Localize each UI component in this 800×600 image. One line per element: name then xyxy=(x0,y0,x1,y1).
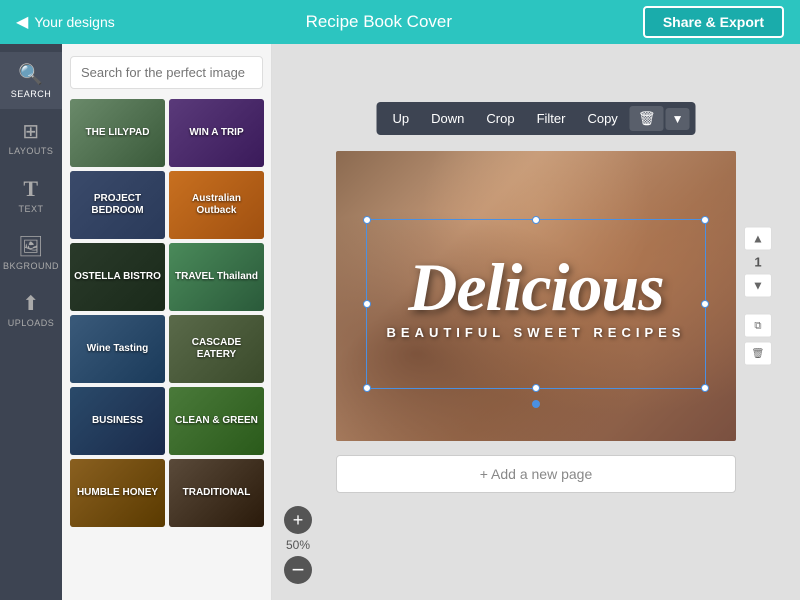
list-item[interactable]: TRAVEL Thailand xyxy=(169,243,264,311)
template-label: OSTELLA BISTRO xyxy=(72,269,163,285)
layer-up-button[interactable]: ▲ xyxy=(744,227,772,251)
list-item[interactable]: WIN A TRIP xyxy=(169,99,264,167)
layouts-icon: ⊞ xyxy=(22,119,39,144)
list-item[interactable]: PROJECT BEDROOM xyxy=(70,171,165,239)
handle-bottom-right[interactable] xyxy=(701,384,709,392)
edit-toolbar: Up Down Crop Filter Copy 🗑 ▼ xyxy=(377,102,696,135)
search-input[interactable] xyxy=(70,56,263,89)
sidebar: 🔍 SEARCH ⊞ LAYOUTS T TEXT 🖼 BKGROUND ⬆ U… xyxy=(0,44,62,600)
template-label: CASCADE EATERY xyxy=(169,335,264,363)
sidebar-item-layouts[interactable]: ⊞ LAYOUTS xyxy=(0,109,62,166)
template-label: WIN A TRIP xyxy=(187,125,245,141)
template-label: BUSINESS xyxy=(90,413,145,429)
sidebar-label-uploads: UPLOADS xyxy=(8,318,55,328)
template-label: TRAVEL Thailand xyxy=(173,269,260,285)
layer-down-button[interactable]: ▼ xyxy=(744,274,772,298)
crop-button[interactable]: Crop xyxy=(476,107,524,130)
zoom-controls: + 50% − xyxy=(284,506,312,584)
list-item[interactable]: CASCADE EATERY xyxy=(169,315,264,383)
template-label: HUMBLE HONEY xyxy=(75,485,160,501)
down-button[interactable]: Down xyxy=(421,107,474,130)
template-label: CLEAN & GREEN xyxy=(173,413,260,429)
main-canvas-text: Delicious xyxy=(387,253,686,321)
subtitle-canvas-text: BEAUTIFUL SWEET RECIPES xyxy=(387,325,686,340)
canvas-wrapper: Delicious BEAUTIFUL SWEET RECIPES xyxy=(336,151,736,441)
template-label: THE LILYPAD xyxy=(84,125,152,141)
list-item[interactable]: HUMBLE HONEY xyxy=(70,459,165,527)
handle-top-middle[interactable] xyxy=(532,216,540,224)
copy-button[interactable]: Copy xyxy=(577,107,627,130)
search-icon: 🔍 xyxy=(18,62,43,87)
template-label: Australian Outback xyxy=(169,191,264,219)
duplicate-button[interactable]: ⧉ xyxy=(744,314,772,338)
sidebar-label-layouts: LAYOUTS xyxy=(9,146,54,156)
template-label: TRADITIONAL xyxy=(181,485,253,501)
handle-bottom-middle[interactable] xyxy=(532,384,540,392)
canvas-area: Up Down Crop Filter Copy 🗑 ▼ Delicious B… xyxy=(272,44,800,600)
list-item[interactable]: CLEAN & GREEN xyxy=(169,387,264,455)
handle-top-left[interactable] xyxy=(363,216,371,224)
zoom-in-button[interactable]: + xyxy=(284,506,312,534)
handle-middle-right[interactable] xyxy=(701,300,709,308)
canvas-text-group: Delicious BEAUTIFUL SWEET RECIPES xyxy=(387,253,686,340)
template-label: Wine Tasting xyxy=(85,341,150,357)
list-item[interactable]: OSTELLA BISTRO xyxy=(70,243,165,311)
delete-layer-button[interactable]: 🗑 xyxy=(744,342,772,366)
sidebar-item-background[interactable]: 🖼 BKGROUND xyxy=(0,224,62,281)
filter-button[interactable]: Filter xyxy=(527,107,576,130)
handle-middle-left[interactable] xyxy=(363,300,371,308)
sidebar-label-search: SEARCH xyxy=(11,89,52,99)
uploads-icon: ⬆ xyxy=(22,291,39,316)
topbar: ◀ Your designs Recipe Book Cover Share &… xyxy=(0,0,800,44)
main-layout: 🔍 SEARCH ⊞ LAYOUTS T TEXT 🖼 BKGROUND ⬆ U… xyxy=(0,44,800,600)
page-number: 1 xyxy=(754,255,761,270)
handle-bottom-left[interactable] xyxy=(363,384,371,392)
right-tools: ▲ 1 ▼ ⧉ 🗑 xyxy=(744,227,772,366)
background-icon: 🖼 xyxy=(18,234,44,259)
template-panel: THE LILYPAD WIN A TRIP PROJECT BEDROOM A… xyxy=(62,44,272,600)
page-title: Recipe Book Cover xyxy=(306,12,452,32)
back-button[interactable]: ◀ Your designs xyxy=(16,12,115,32)
zoom-level: 50% xyxy=(286,538,310,552)
back-label: Your designs xyxy=(34,14,114,30)
more-options-button[interactable]: ▼ xyxy=(666,108,690,130)
list-item[interactable]: BUSINESS xyxy=(70,387,165,455)
sidebar-item-text[interactable]: T TEXT xyxy=(0,166,62,224)
text-icon: T xyxy=(23,176,38,202)
canvas-image[interactable]: Delicious BEAUTIFUL SWEET RECIPES xyxy=(336,151,736,441)
back-icon: ◀ xyxy=(16,12,28,32)
sidebar-item-uploads[interactable]: ⬆ UPLOADS xyxy=(0,281,62,338)
list-item[interactable]: THE LILYPAD xyxy=(70,99,165,167)
share-export-button[interactable]: Share & Export xyxy=(643,6,784,38)
handle-rotate[interactable] xyxy=(532,400,540,408)
add-page-button[interactable]: + Add a new page xyxy=(336,455,736,493)
sidebar-label-background: BKGROUND xyxy=(3,261,59,271)
template-label: PROJECT BEDROOM xyxy=(70,191,165,219)
list-item[interactable]: Australian Outback xyxy=(169,171,264,239)
template-grid: THE LILYPAD WIN A TRIP PROJECT BEDROOM A… xyxy=(70,99,263,527)
sidebar-item-search[interactable]: 🔍 SEARCH xyxy=(0,52,62,109)
sidebar-label-text: TEXT xyxy=(18,204,43,214)
list-item[interactable]: TRADITIONAL xyxy=(169,459,264,527)
up-button[interactable]: Up xyxy=(383,107,420,130)
list-item[interactable]: Wine Tasting xyxy=(70,315,165,383)
delete-button[interactable]: 🗑 xyxy=(630,106,664,131)
zoom-out-button[interactable]: − xyxy=(284,556,312,584)
handle-top-right[interactable] xyxy=(701,216,709,224)
